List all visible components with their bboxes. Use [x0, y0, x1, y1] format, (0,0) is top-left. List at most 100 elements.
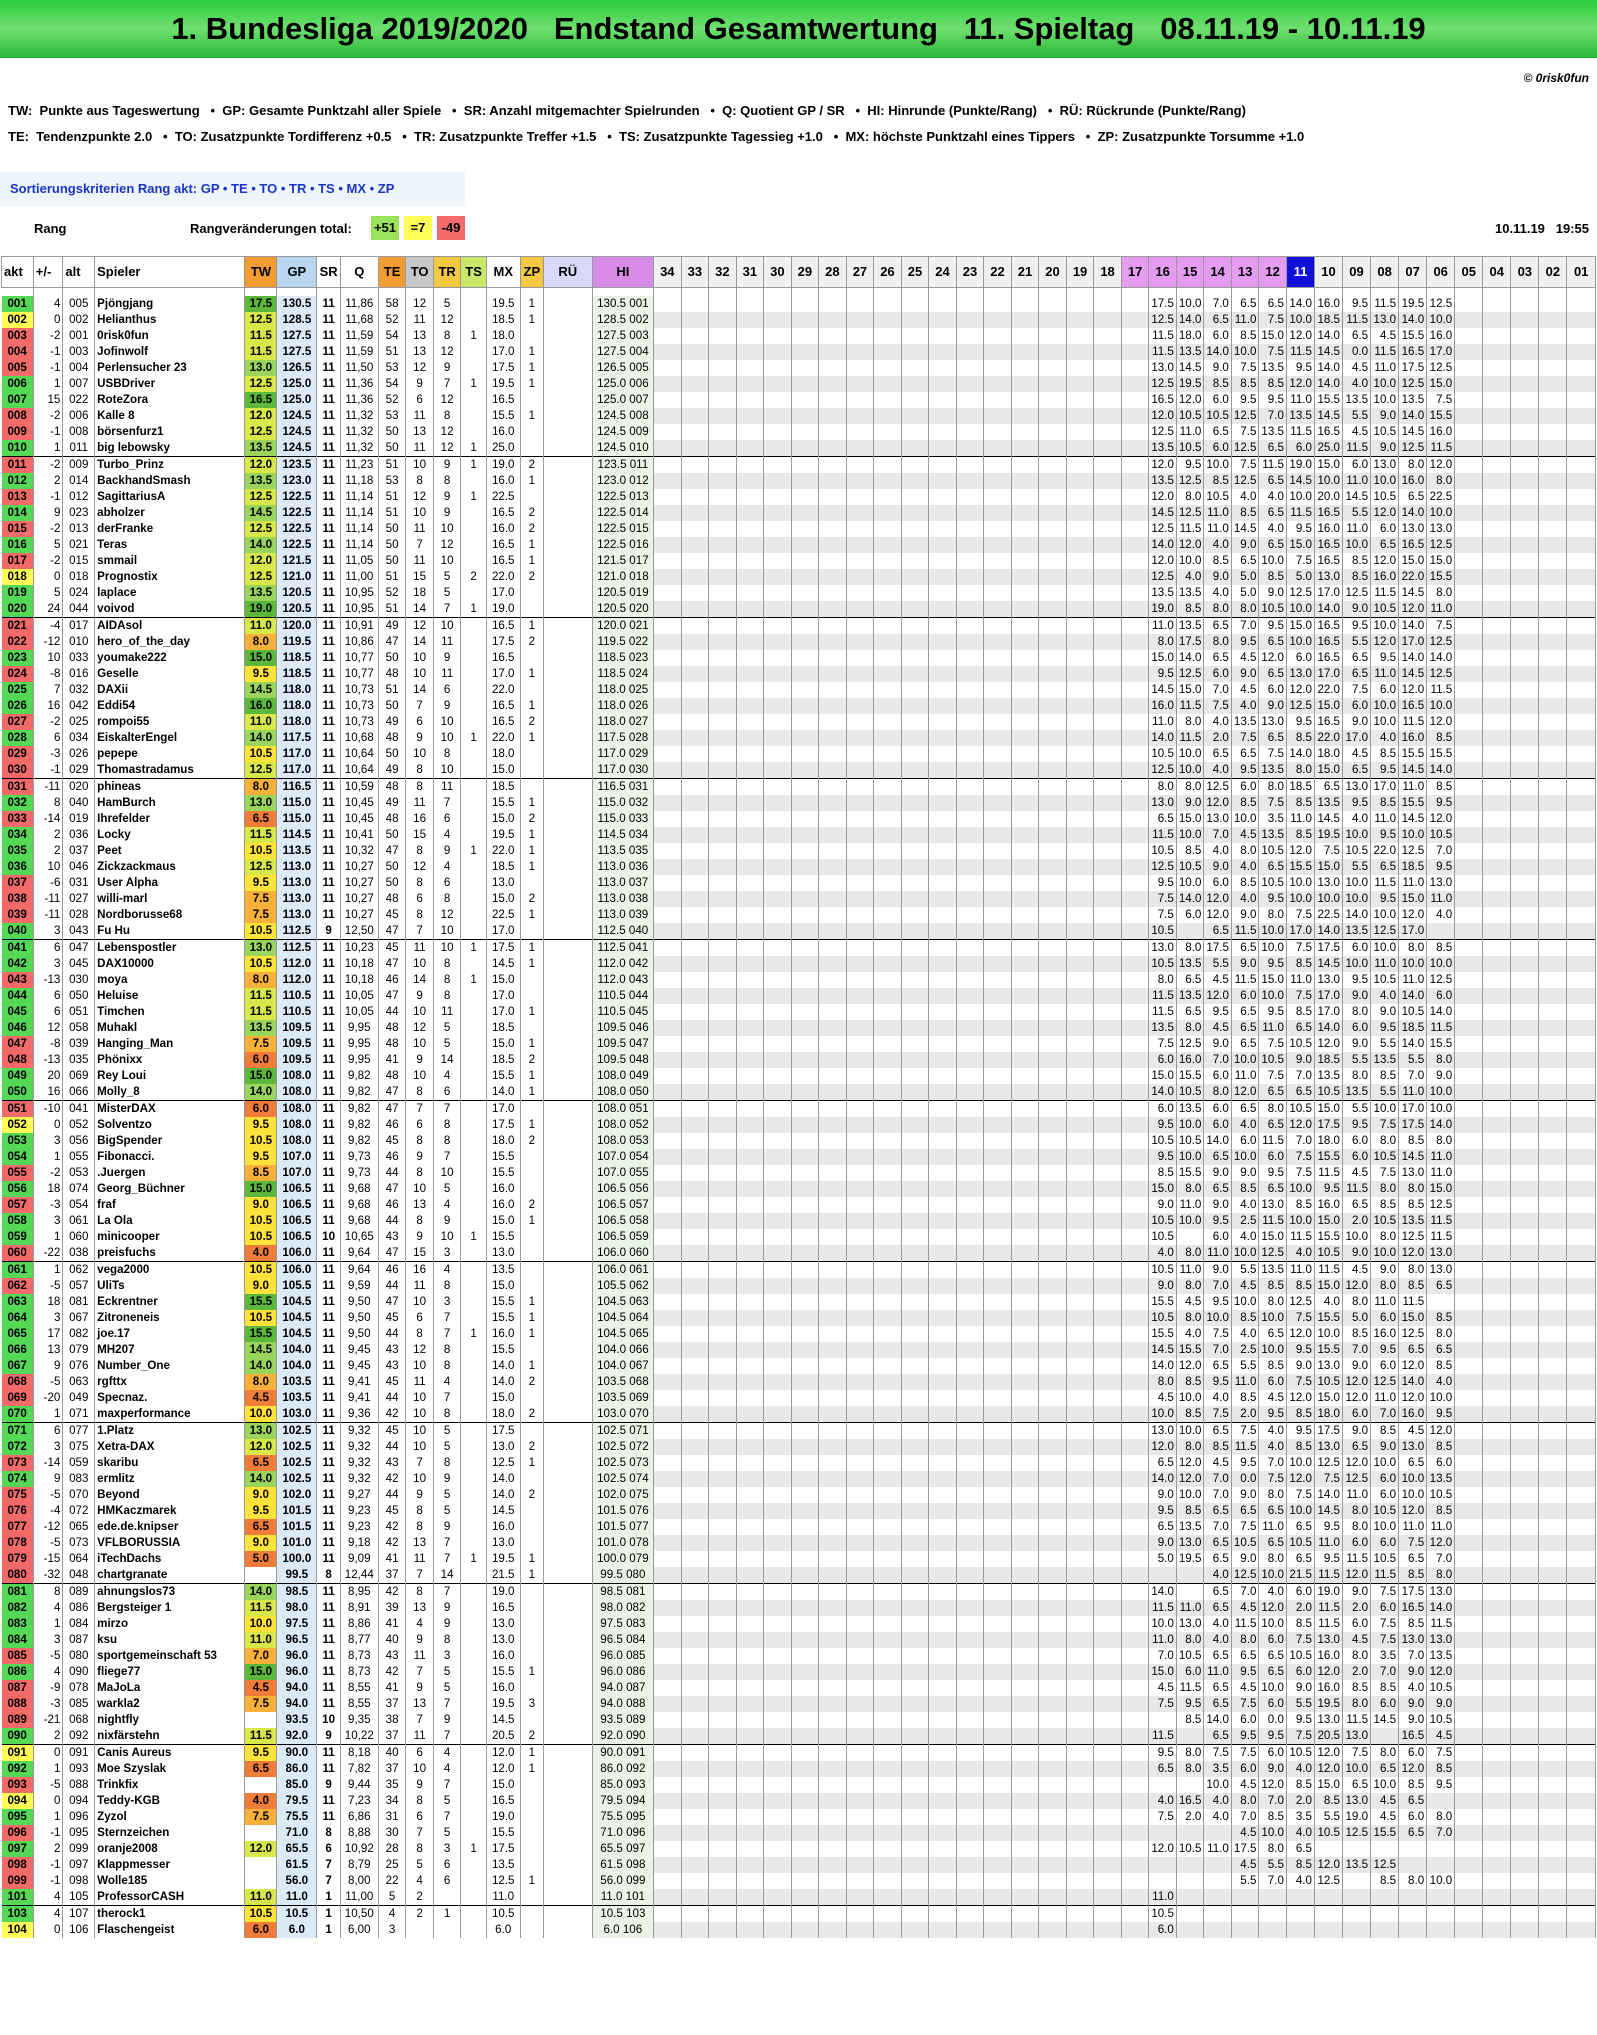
cell: 4.0: [1231, 698, 1260, 714]
cell: 8: [33, 1583, 64, 1600]
cell: 12: [433, 440, 462, 457]
cell: [708, 601, 737, 618]
cell: 031: [1, 778, 34, 795]
cell: 8.0: [1398, 1181, 1428, 1197]
cell: 113.0 036: [592, 859, 655, 875]
cell: 11: [405, 1648, 434, 1664]
cell: 1: [460, 1551, 487, 1567]
cell: 101.5: [276, 1519, 318, 1535]
cell: 6.5: [1258, 1648, 1287, 1664]
cell: [763, 1777, 792, 1793]
cell: [846, 972, 875, 988]
cell: [1011, 408, 1040, 424]
cell: [460, 1583, 487, 1600]
cell: [1454, 1471, 1484, 1487]
cell: 035: [1, 843, 34, 859]
cell: 10,77: [340, 650, 379, 666]
cell: 16: [405, 811, 434, 827]
cell: 4.0: [1203, 585, 1232, 601]
cell: [956, 1439, 985, 1455]
cell: 94.0 087: [592, 1680, 655, 1696]
cell: [763, 1471, 792, 1487]
cell: 9.5: [1370, 650, 1400, 666]
cell: [1148, 1712, 1177, 1728]
cell: [1011, 778, 1040, 795]
cell: 10.5: [1314, 1374, 1344, 1390]
cell: 7.0: [1426, 843, 1456, 859]
cell: [1510, 392, 1540, 408]
cell: 75.5: [276, 1809, 318, 1825]
player-name: Teddy-KGB: [94, 1793, 246, 1809]
column-header: 01: [1566, 256, 1596, 288]
cell: 10.0: [1258, 988, 1287, 1004]
cell: [1538, 473, 1568, 489]
cell: [818, 473, 847, 489]
cell: 44: [378, 1326, 407, 1342]
cell: [791, 907, 820, 923]
cell: [1538, 1149, 1568, 1165]
cell: 10.5: [1370, 1551, 1400, 1567]
cell: 10.5: [1176, 408, 1205, 424]
cell: 11: [316, 1471, 341, 1487]
cell: [928, 1181, 957, 1197]
cell: [1038, 907, 1067, 923]
cell: [460, 907, 487, 923]
cell: [1066, 344, 1095, 360]
cell: [1093, 617, 1122, 634]
cell: [983, 1664, 1012, 1680]
cell: 050: [1, 1084, 34, 1101]
cell: 6: [433, 811, 462, 827]
cell: 11.5: [1370, 1567, 1400, 1584]
cell: [901, 778, 930, 795]
cell: 8,77: [340, 1632, 379, 1648]
cell: [543, 1744, 593, 1761]
table-body: 001 4 005 Pjöngjang 17.5 130.5 11 11,86 58 12 5 19.…: [1, 287, 1596, 1938]
cell: [653, 1712, 682, 1728]
cell: [520, 650, 544, 666]
cell: 10.5: [1258, 601, 1287, 618]
table-row: 071 6 077 1.Platz 13.0 102.5 11 9,32 45 10 5 17.5 10…: [1, 1422, 1596, 1439]
table-row: 075 -5 070 Beyond 9.0 102.0 11 9,27 44 9 5 14.0 2 102…: [1, 1487, 1596, 1503]
cell: [791, 617, 820, 634]
cell: [1454, 956, 1484, 972]
cell: 113.0: [276, 859, 318, 875]
cell: [763, 344, 792, 360]
cell: [873, 1149, 902, 1165]
cell: 17.5: [486, 1841, 521, 1857]
cell: [1454, 1664, 1484, 1680]
cell: 12.5: [1426, 360, 1456, 376]
cell: 123.5: [276, 456, 318, 473]
cell: [1454, 473, 1484, 489]
cell: 7.5: [1231, 1422, 1260, 1439]
cell: [1093, 923, 1122, 940]
cell: [543, 907, 593, 923]
cell: 7.0: [1203, 1471, 1232, 1487]
cell: [1482, 746, 1512, 762]
cell: [681, 666, 710, 682]
cell: 10: [405, 666, 434, 682]
cell: [1538, 956, 1568, 972]
column-header: Spieler: [94, 256, 246, 288]
cell: 10.0: [1176, 762, 1205, 779]
cell: 130.5: [276, 296, 318, 312]
player-name: Trinkfix: [94, 1777, 246, 1793]
cell: 8.0: [244, 634, 278, 650]
cell: [983, 859, 1012, 875]
cell: [543, 795, 593, 811]
player-name: Eckrentner: [94, 1294, 246, 1310]
cell: 11.5: [1258, 1133, 1287, 1149]
cell: 11: [316, 875, 341, 891]
rank-change-down: -49: [437, 216, 465, 240]
cell: [818, 1761, 847, 1777]
cell: [1011, 440, 1040, 457]
cell: [736, 1165, 765, 1181]
cell: [846, 650, 875, 666]
cell: [681, 1181, 710, 1197]
cell: 11.0: [1148, 714, 1177, 730]
table-row: 029 -3 026 pepepe 10.5 117.0 11 10,64 50 10 8 18.0 1…: [1, 746, 1596, 762]
cell: [763, 456, 792, 473]
cell: [873, 408, 902, 424]
cell: 12.0: [486, 1761, 521, 1777]
cell: 4.0: [1258, 1583, 1287, 1600]
cell: [791, 1616, 820, 1632]
